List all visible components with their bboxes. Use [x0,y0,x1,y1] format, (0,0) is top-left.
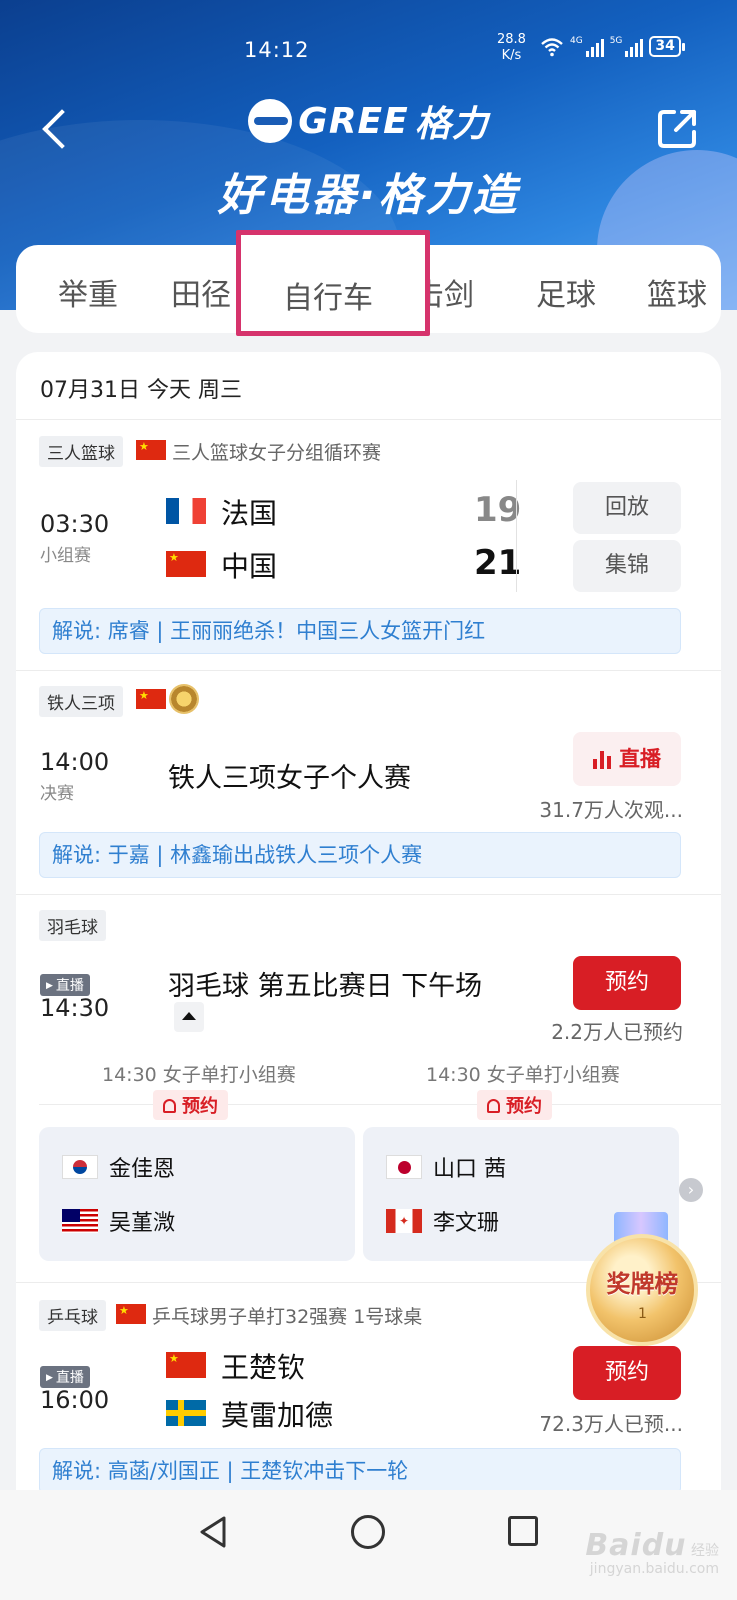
divider [39,1104,721,1105]
date-header: 07月31日 今天 周三 [40,378,242,403]
medal-table-label: 奖牌榜 [606,1270,679,1298]
live-button[interactable]: 直播 [573,732,681,786]
event-title: 羽毛球 第五比赛日 下午场 [168,971,483,1002]
tab-cycling-label: 自行车 [283,281,373,316]
korea-flag-icon [62,1155,98,1179]
remind-button[interactable]: 预约 [477,1090,552,1120]
bell-icon [163,1099,176,1113]
nav-back-icon[interactable] [196,1514,232,1550]
player-name: 莫雷加德 [221,1399,334,1432]
sweden-flag-icon [166,1400,206,1426]
tab-football[interactable]: 足球 [536,270,596,314]
bell-icon [487,1099,500,1113]
sport-tag-badminton: 羽毛球 [39,910,106,941]
commentary-link[interactable]: 解说: 于嘉 | 林鑫瑜出战铁人三项个人赛 [39,832,681,878]
brand-block: GREE 格力 好电器·格力造 [0,95,737,223]
collapse-button[interactable] [174,1002,204,1032]
player-name: 山口 茜 [433,1157,506,1182]
gree-logo-icon [248,99,293,143]
live-bars-icon [593,751,611,769]
signal-4g-icon: 4G [570,36,604,57]
status-time: 14:12 [244,38,310,62]
canada-flag-icon [386,1209,422,1233]
live-badge: 直播 [40,974,90,996]
event-title: 乒乓球男子单打32强赛 1号球桌 [152,1306,423,1328]
sport-tag-triathlon: 铁人三项 [39,686,123,717]
france-flag-icon [166,498,206,524]
nav-home-icon[interactable] [351,1515,385,1549]
gree-logo: GREE 格力 [248,95,488,147]
watermark: Baidu 经验 jingyan.baidu.com [585,1528,719,1578]
live-badge: 直播 [40,1366,90,1388]
event-time: 03:30 [40,510,110,538]
match-subtitle: 14:30 女子单打小组赛 [426,1064,620,1086]
event-title: 铁人三项女子个人赛 [168,763,411,794]
status-bar: 14:12 28.8 K/s 4G 5G 34 [0,30,737,70]
japan-flag-icon [386,1155,422,1179]
divider [16,894,721,895]
remind-button[interactable]: 预约 [153,1090,228,1120]
tab-athletics[interactable]: 田径 [171,270,231,314]
divider [16,670,721,671]
scroll-right-button[interactable]: › [679,1178,703,1202]
china-flag-icon [166,551,206,577]
event-title: 三人篮球女子分组循环赛 [172,442,382,464]
nav-recents-icon[interactable] [508,1516,538,1546]
system-nav-bar: Baidu 经验 jingyan.baidu.com [0,1490,737,1600]
player-name: 金佳恩 [109,1157,176,1182]
china-flag-icon [116,1304,146,1324]
reserve-button[interactable]: 预约 [573,956,681,1010]
team-name: 法国 [221,497,278,530]
tab-cycling[interactable]: 自行车 [236,230,430,336]
team-score: 21 [474,543,522,583]
divider [16,419,721,420]
divider [516,480,517,592]
reserve-count: 72.3万人已预... [539,1412,683,1436]
team-name: 中国 [221,550,278,583]
china-flag-icon [136,689,166,709]
match-card[interactable]: 金佳恩 吴堇溦 [39,1127,355,1261]
battery-icon: 34 [649,36,686,57]
event-stage: 小组赛 [40,546,91,566]
medal-number: 1 [638,1306,647,1322]
medal-event-icon [169,684,199,714]
player-name: 吴堇溦 [109,1211,176,1236]
sport-tag-3x3-basketball: 三人篮球 [39,436,123,467]
event-time: 16:00 [40,1386,110,1414]
medal-table-button[interactable]: 奖牌榜 1 [580,1212,705,1352]
tab-basketball[interactable]: 篮球 [647,270,707,314]
highlights-button[interactable]: 集锦 [573,540,681,592]
commentary-link[interactable]: 解说: 席睿 | 王丽丽绝杀！中国三人女篮开门红 [39,608,681,654]
network-speed: 28.8 K/s [497,32,526,63]
event-stage: 决赛 [40,784,74,804]
wifi-icon [541,37,563,56]
player-name: 王楚钦 [221,1351,306,1384]
malaysia-flag-icon [62,1209,98,1233]
sport-tag-table-tennis: 乒乓球 [39,1300,106,1331]
brand-slogan: 好电器·格力造 [217,170,520,221]
viewer-count: 31.7万人次观... [539,798,683,822]
replay-button[interactable]: 回放 [573,482,681,534]
signal-5g-icon: 5G [610,36,644,57]
event-time: 14:30 [40,994,110,1022]
event-time: 14:00 [40,748,110,776]
china-flag-icon [166,1352,206,1378]
status-icons: 4G 5G 34 [540,36,686,57]
reserve-button[interactable]: 预约 [573,1346,681,1400]
match-subtitle: 14:30 女子单打小组赛 [102,1064,296,1086]
player-name: 李文珊 [433,1211,500,1236]
reserve-count: 2.2万人已预约 [551,1020,683,1044]
tab-weightlifting[interactable]: 举重 [58,270,118,314]
team-score: 19 [474,490,522,530]
china-flag-icon [136,440,166,460]
commentary-link[interactable]: 解说: 高菡/刘国正 | 王楚钦冲击下一轮 [39,1448,681,1494]
